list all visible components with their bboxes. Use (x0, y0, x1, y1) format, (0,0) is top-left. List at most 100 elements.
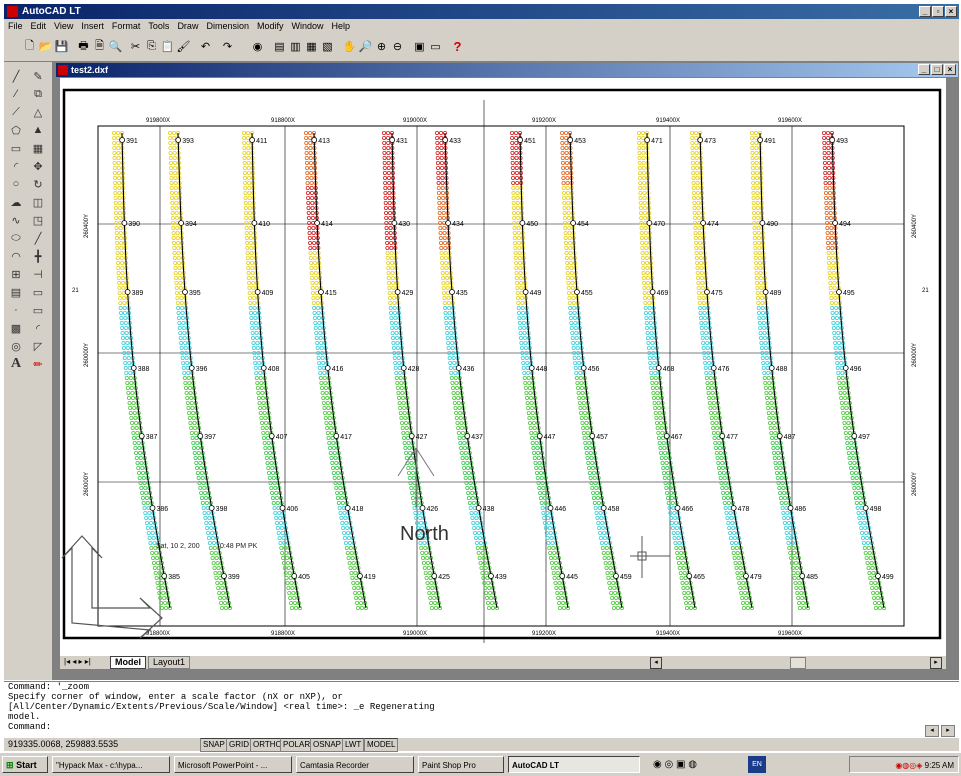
rectangle-icon[interactable]: ▭ (8, 140, 24, 156)
open-file-icon[interactable]: 📂 (38, 39, 53, 54)
taskbar-item-paintshop[interactable]: Paint Shop Pro (418, 756, 504, 773)
insert-block-icon[interactable]: ⊞ (8, 266, 24, 282)
match-properties-icon[interactable]: 🖌 (176, 39, 191, 54)
grid-button[interactable]: GRID (226, 738, 252, 752)
move-icon[interactable]: ✥ (30, 158, 46, 174)
taskbar-item-hypack[interactable]: "Hypack Max - c:\hypa... (52, 756, 170, 773)
pan-icon[interactable]: ✋ (342, 39, 357, 54)
menu-item-draw[interactable]: Draw (173, 19, 202, 33)
cut-icon[interactable]: ✂ (128, 39, 143, 54)
paste-icon[interactable]: 📋 (160, 39, 175, 54)
design-center-icon[interactable]: ◉ (250, 39, 265, 54)
find-icon[interactable]: 🔍 (108, 39, 123, 54)
chamfer-icon[interactable]: ▭ (30, 302, 46, 318)
polyline-icon[interactable]: ⟋ (8, 104, 24, 120)
tab-model[interactable]: Model (110, 656, 146, 669)
revision-cloud-icon[interactable]: ☁ (8, 194, 24, 210)
zoom-window-icon[interactable]: ⊕ (374, 39, 389, 54)
print-preview-icon[interactable]: 🗎 (92, 39, 107, 54)
extend-icon[interactable]: ╋ (30, 248, 46, 264)
layout-icon[interactable]: ▭ (428, 39, 443, 54)
drawing-canvas[interactable]: 391 390 389 388 387 386 385 393 394 395 396 397 398 3… (60, 78, 946, 656)
calculator-icon[interactable]: ▣ (412, 39, 427, 54)
doc-close-button[interactable]: × (944, 64, 956, 75)
mirror-icon[interactable]: △ (30, 104, 46, 120)
erase-icon[interactable]: ✎ (30, 68, 46, 84)
scale-icon[interactable]: ◫ (30, 194, 46, 210)
fillet-icon[interactable]: ◜ (30, 320, 46, 336)
taskbar-item-camtasia[interactable]: Camtasia Recorder (296, 756, 414, 773)
menu-item-insert[interactable]: Insert (77, 19, 108, 33)
menu-item-tools[interactable]: Tools (144, 19, 173, 33)
hatch-icon[interactable]: ▩ (8, 320, 24, 336)
undo-icon[interactable]: ↶ (198, 39, 213, 54)
command-window[interactable]: Command: '_zoom Specify corner of window… (4, 681, 959, 739)
block-icon[interactable]: ▧ (320, 39, 335, 54)
pencil-icon[interactable]: ✏ (30, 356, 46, 372)
tab-nav-arrows-icon[interactable]: |◂ ◂ ▸ ▸| (64, 657, 91, 666)
offset-icon[interactable]: ▲ (30, 122, 46, 138)
menu-item-edit[interactable]: Edit (27, 19, 51, 33)
zoom-realtime-icon[interactable]: 🔎 (358, 39, 373, 54)
polygon-icon[interactable]: ⬠ (8, 122, 24, 138)
menu-item-modify[interactable]: Modify (253, 19, 288, 33)
start-button[interactable]: ⊞ Start (2, 756, 48, 773)
tab-layout1[interactable]: Layout1 (148, 656, 191, 669)
cmd-scroll-left-icon[interactable]: ◂ (925, 725, 939, 737)
rotate-icon[interactable]: ↻ (30, 176, 46, 192)
stretch-icon[interactable]: ◳ (30, 212, 46, 228)
doc-minimize-button[interactable]: _ (918, 64, 930, 75)
horizontal-scroll-thumb[interactable] (790, 657, 806, 669)
multiline-text-icon[interactable]: A (8, 356, 24, 372)
lwt-button[interactable]: LWT (342, 738, 365, 752)
ellipse-icon[interactable]: ⬭ (8, 230, 24, 246)
menu-item-view[interactable]: View (50, 19, 77, 33)
redo-icon[interactable]: ↷ (220, 39, 235, 54)
region-icon[interactable]: ◎ (8, 338, 24, 354)
ellipse-arc-icon[interactable]: ◠ (8, 248, 24, 264)
print-icon[interactable]: 🖶 (76, 39, 91, 54)
language-icon[interactable]: EN (748, 756, 766, 773)
copy-object-icon[interactable]: ⧉ (30, 86, 46, 102)
command-prompt[interactable]: Command: (4, 722, 959, 732)
circle-icon[interactable]: ○ (8, 176, 24, 192)
close-button[interactable]: × (945, 6, 957, 17)
menu-item-help[interactable]: Help (328, 19, 355, 33)
menu-item-dimension[interactable]: Dimension (202, 19, 253, 33)
layer-icon[interactable]: ▦ (304, 39, 319, 54)
model-button[interactable]: MODEL (364, 738, 399, 752)
osnap-button[interactable]: OSNAP (310, 738, 345, 752)
zoom-previous-icon[interactable]: ⊖ (390, 39, 405, 54)
menu-item-file[interactable]: File (4, 19, 27, 33)
line-icon[interactable]: ╱ (8, 68, 24, 84)
doc-maximize-button[interactable]: □ (931, 64, 943, 75)
properties-icon[interactable]: ▤ (272, 39, 287, 54)
quicklaunch-icons[interactable]: ◉ ◎ ▣ ◍ (650, 756, 724, 773)
break-icon[interactable]: ⊣ (30, 266, 46, 282)
restore-button[interactable]: ▫ (932, 6, 944, 17)
copy-icon[interactable]: ⎘ (144, 39, 159, 54)
menu-item-window[interactable]: Window (288, 19, 328, 33)
spline-icon[interactable]: ∿ (8, 212, 24, 228)
explode-icon[interactable]: ◸ (30, 338, 46, 354)
save-icon[interactable]: 💾 (54, 39, 69, 54)
construction-line-icon[interactable]: ⁄ (8, 86, 24, 102)
join-icon[interactable]: ▭ (30, 284, 46, 300)
minimize-button[interactable]: _ (919, 6, 931, 17)
trim-icon[interactable]: ╱ (30, 230, 46, 246)
cmd-scroll-right-icon[interactable]: ▸ (941, 725, 955, 737)
menu-item-format[interactable]: Format (108, 19, 145, 33)
tray-icons[interactable]: ◉◍◎◈ (895, 761, 924, 770)
tool-palette-icon[interactable]: ▥ (288, 39, 303, 54)
new-file-icon[interactable]: 🗋 (22, 39, 37, 54)
snap-button[interactable]: SNAP (200, 738, 228, 752)
make-block-icon[interactable]: ▤ (8, 284, 24, 300)
help-icon[interactable]: ? (450, 39, 465, 54)
array-icon[interactable]: ▦ (30, 140, 46, 156)
taskbar-item-autocad[interactable]: AutoCAD LT (508, 756, 640, 773)
arc-icon[interactable]: ◜ (8, 158, 24, 174)
polar-button[interactable]: POLAR (280, 738, 314, 752)
point-icon[interactable]: · (8, 302, 24, 318)
scroll-left-icon[interactable]: ◂ (650, 657, 662, 669)
scroll-right-icon[interactable]: ▸ (930, 657, 942, 669)
